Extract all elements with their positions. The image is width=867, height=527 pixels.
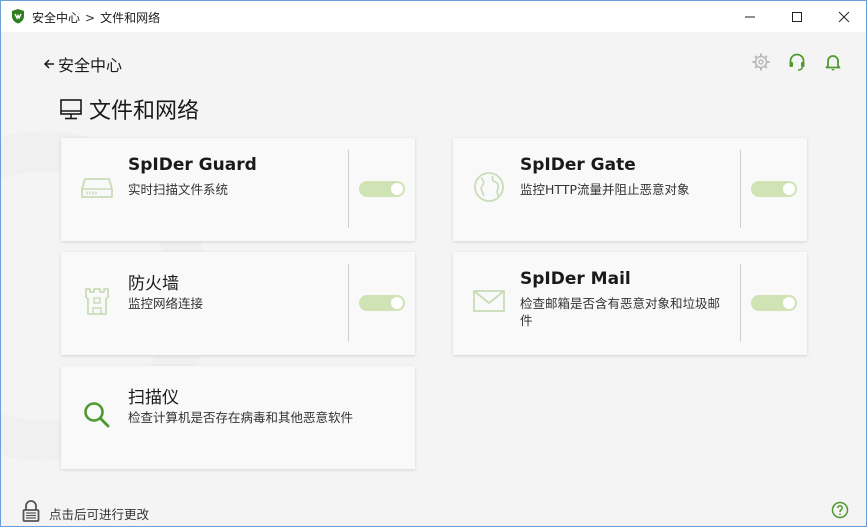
page-header: 文件和网络 (59, 94, 199, 124)
minimize-button[interactable] (727, 1, 773, 32)
breadcrumb-separator: > (85, 11, 96, 25)
card-description: 检查邮箱是否含有恶意对象和垃圾邮件 (520, 296, 721, 328)
spider-mail-toggle[interactable] (751, 295, 797, 311)
close-icon (838, 11, 850, 22)
window-title: 安全中心 > 文件和网络 (32, 9, 160, 26)
card-title: SpIDer Mail (520, 269, 631, 289)
dr-web-logo-icon (12, 9, 24, 24)
spider-gate-toggle[interactable] (751, 181, 797, 197)
firewall-toggle[interactable] (359, 295, 405, 311)
card-divider (348, 150, 349, 228)
card-description: 监控HTTP流量并阻止恶意对象 (520, 182, 690, 197)
status-bar: 点击后可进行更改 (1, 496, 866, 526)
card-firewall[interactable]: 防火墙 监控网络连接 (61, 252, 415, 355)
card-spider-mail[interactable]: SpIDer Mail 检查邮箱是否含有恶意对象和垃圾邮件 (453, 252, 807, 355)
card-scanner[interactable]: 扫描仪 检查计算机是否存在病毒和其他恶意软件 (61, 366, 415, 469)
page-title: 文件和网络 (89, 99, 200, 124)
envelope-icon (473, 290, 505, 312)
gear-icon[interactable] (751, 52, 771, 72)
toggle-knob (391, 297, 403, 309)
help-icon[interactable] (831, 501, 849, 519)
spider-guard-toggle[interactable] (359, 181, 405, 197)
card-description: 监控网络连接 (128, 296, 204, 311)
card-title: 扫描仪 (128, 388, 179, 408)
card-divider (740, 150, 741, 228)
card-title: SpIDer Guard (128, 155, 257, 175)
arrow-left-icon (43, 59, 54, 69)
lock-status-text[interactable]: 点击后可进行更改 (49, 504, 149, 523)
maximize-button[interactable] (774, 1, 820, 32)
card-description: 检查计算机是否存在病毒和其他恶意软件 (128, 410, 354, 425)
breadcrumb-current: 文件和网络 (100, 11, 161, 25)
card-title: 防火墙 (128, 274, 179, 294)
back-link[interactable]: 安全中心 (43, 53, 122, 75)
card-spider-gate[interactable]: SpIDer Gate 监控HTTP流量并阻止恶意对象 (453, 138, 807, 241)
title-bar: 安全中心 > 文件和网络 (1, 1, 866, 32)
card-title: SpIDer Gate (520, 155, 636, 175)
hard-drive-icon (81, 178, 113, 198)
castle-tower-icon (85, 288, 109, 315)
card-spider-guard[interactable]: SpIDer Guard 实时扫描文件系统 (61, 138, 415, 241)
card-divider (740, 264, 741, 342)
close-button[interactable] (821, 1, 866, 32)
globe-icon (474, 172, 504, 202)
bell-notification-icon[interactable] (823, 52, 843, 72)
card-description: 实时扫描文件系统 (128, 182, 229, 197)
back-link-label: 安全中心 (58, 56, 123, 75)
headset-support-icon[interactable] (787, 52, 807, 72)
toggle-knob (391, 183, 403, 195)
toggle-knob (783, 183, 795, 195)
monitor-icon (60, 99, 82, 120)
maximize-icon (792, 11, 802, 22)
breadcrumb-root: 安全中心 (32, 11, 81, 25)
card-divider (348, 264, 349, 342)
magnifier-icon (84, 402, 110, 428)
toggle-knob (783, 297, 795, 309)
app-window: 安全中心 > 文件和网络 安全中心 文件和网络 SpIDer Guard 实时扫… (0, 0, 867, 527)
minimize-icon (745, 16, 755, 17)
lock-icon[interactable] (21, 499, 41, 523)
